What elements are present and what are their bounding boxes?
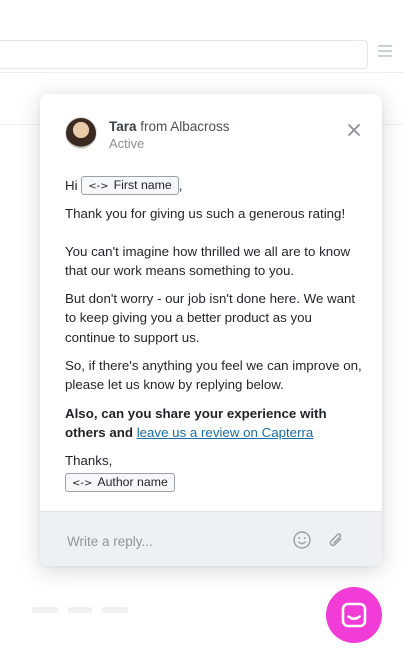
author-name-chip-label: Author name <box>97 474 168 489</box>
reply-input[interactable] <box>65 529 269 553</box>
paperclip-icon <box>329 533 342 547</box>
background-placeholder <box>102 607 128 613</box>
author-name-chip: <-> Author name <box>65 472 175 492</box>
author-line: <-> Author name <box>65 472 365 492</box>
menu-icon[interactable] <box>378 45 392 60</box>
message-paragraph: But don't worry - our job isn't done her… <box>65 291 356 345</box>
messenger-launcher-button[interactable] <box>326 587 382 643</box>
emoji-icon <box>293 531 311 549</box>
emoji-button[interactable] <box>292 530 312 550</box>
status-text: Active <box>109 136 145 151</box>
messenger-card: Tara from Albacross Active Hi <-> First n… <box>40 94 382 566</box>
signoff-text: Thanks, <box>65 453 113 469</box>
attach-button[interactable] <box>327 530 345 550</box>
greeting-text: Hi <box>65 178 78 193</box>
close-button[interactable] <box>346 122 362 138</box>
message-paragraph: So, if there's anything you feel we can … <box>65 358 362 393</box>
message-body: Hi <-> First name, Thank you for giving u… <box>65 176 365 492</box>
first-name-chip-label: First name <box>113 178 172 192</box>
message-paragraph: You can't imagine how thrilled we all ar… <box>65 243 351 278</box>
sender-company: from Albacross <box>140 119 230 134</box>
code-arrows-icon: <-> <box>72 477 93 489</box>
review-request-paragraph: Also, can you share your experience with… <box>65 404 365 443</box>
avatar <box>65 117 97 149</box>
message-paragraph: Thank you for giving us such a generous … <box>65 206 346 222</box>
close-icon <box>348 124 360 136</box>
first-name-chip: <-> First name <box>81 176 179 195</box>
sender-name: Tara <box>109 119 137 134</box>
background-search-input[interactable] <box>0 40 368 69</box>
background-placeholder <box>68 607 92 613</box>
capterra-review-link[interactable]: leave us a review on Capterra <box>137 425 314 440</box>
chat-bubble-icon <box>341 602 367 628</box>
code-arrows-icon: <-> <box>88 181 109 192</box>
greeting-comma: , <box>178 178 183 193</box>
greeting-line: Hi <-> First name, <box>65 176 365 195</box>
reply-composer <box>40 511 382 566</box>
background-placeholder <box>32 607 58 613</box>
sender-line: Tara from Albacross <box>109 119 230 134</box>
